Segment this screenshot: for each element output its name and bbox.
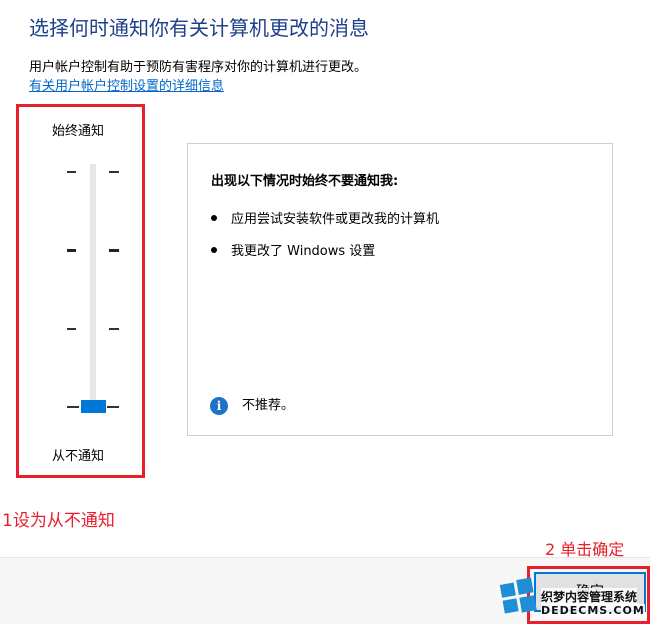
bullet-icon bbox=[211, 214, 217, 221]
info-icon: i bbox=[210, 396, 228, 415]
panel-list-item-text: 我更改了 Windows 设置 bbox=[231, 244, 376, 259]
slider-tick bbox=[67, 328, 76, 330]
uac-description: 用户帐户控制有助于预防有害程序对你的计算机进行更改。 bbox=[29, 60, 368, 75]
notification-level-slider-track[interactable] bbox=[90, 164, 96, 410]
slider-tick bbox=[109, 171, 119, 173]
slider-tick bbox=[107, 406, 119, 408]
panel-heading: 出现以下情况时始终不要通知我: bbox=[211, 174, 399, 189]
slider-tick bbox=[67, 249, 76, 252]
panel-note: i 不推荐。 bbox=[210, 394, 294, 415]
watermark-text-cn: 织梦内容管理系统 bbox=[541, 588, 638, 605]
page-title: 选择何时通知你有关计算机更改的消息 bbox=[29, 16, 369, 40]
bullet-icon bbox=[211, 246, 217, 253]
watermark-text-en: DEDECMS.COM bbox=[541, 604, 645, 617]
panel-list-item: 应用尝试安装软件或更改我的计算机 bbox=[211, 208, 439, 227]
slider-bottom-label: 从不通知 bbox=[52, 449, 105, 464]
slider-tick bbox=[109, 328, 119, 330]
slider-tick bbox=[109, 249, 119, 252]
panel-list-item: 我更改了 Windows 设置 bbox=[211, 240, 375, 259]
slider-thumb[interactable] bbox=[81, 400, 106, 413]
windows-logo-icon bbox=[499, 577, 537, 614]
setting-description-panel: 出现以下情况时始终不要通知我: 应用尝试安装软件或更改我的计算机 我更改了 Wi… bbox=[187, 143, 613, 436]
panel-note-text: 不推荐。 bbox=[242, 398, 295, 413]
slider-tick bbox=[67, 171, 76, 173]
slider-top-label: 始终通知 bbox=[52, 124, 105, 139]
annotation-step-1: 1设为从不通知 bbox=[2, 511, 115, 531]
uac-details-link[interactable]: 有关用户帐户控制设置的详细信息 bbox=[29, 75, 224, 94]
slider-tick bbox=[67, 406, 79, 408]
slider-highlight-box bbox=[16, 104, 145, 478]
panel-list-item-text: 应用尝试安装软件或更改我的计算机 bbox=[231, 212, 440, 227]
